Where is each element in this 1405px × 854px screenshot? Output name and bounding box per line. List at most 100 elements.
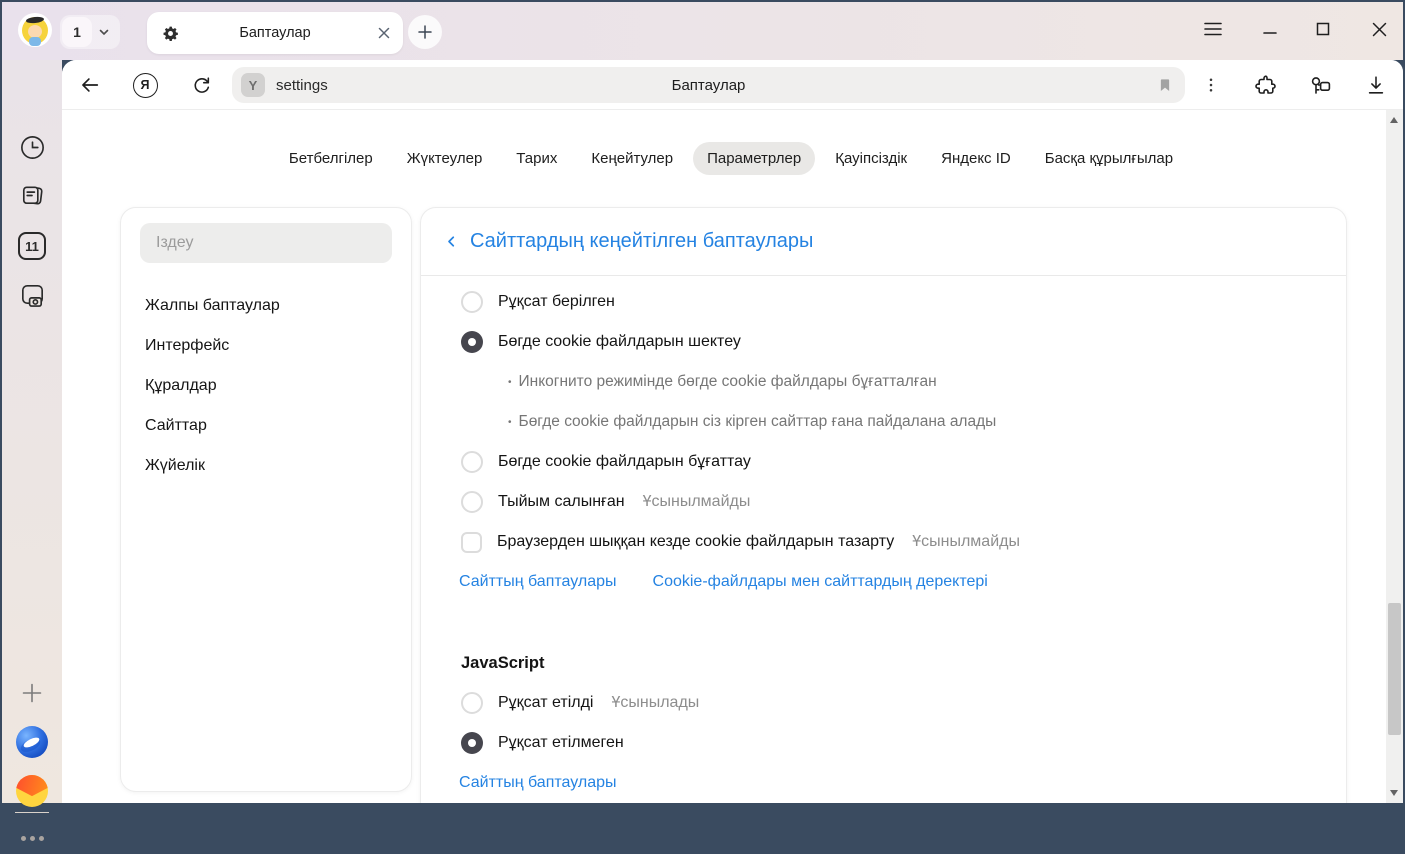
history-icon — [18, 133, 47, 162]
radio-button[interactable] — [461, 692, 483, 714]
new-tab-button[interactable] — [408, 15, 442, 49]
navigation-toolbar: Я Y settings Баптаулар — [62, 60, 1403, 110]
address-bar[interactable]: Y settings Баптаулар — [232, 67, 1185, 103]
option-row: Рұқсат етілді Ұсынылады — [421, 683, 1346, 723]
top-nav: БетбелгілерЖүктеулерТарихКеңейтулерПарам… — [62, 136, 1386, 180]
extensions-icon — [1253, 73, 1277, 97]
more-apps-button[interactable] — [16, 822, 48, 854]
browser-logo[interactable] — [16, 726, 48, 758]
close-icon[interactable] — [377, 26, 391, 40]
add-sidebar-button[interactable] — [16, 677, 48, 709]
option-label: Рұқсат берілген — [498, 293, 615, 311]
top-nav-tab[interactable]: Кеңейтулер — [577, 142, 687, 175]
extensions-button[interactable] — [1252, 72, 1278, 98]
passwords-button[interactable] — [1307, 72, 1333, 98]
avatar[interactable] — [18, 13, 52, 47]
notes-icon — [18, 181, 47, 210]
option-note: Ұсынылады — [611, 694, 699, 712]
top-nav-tab[interactable]: Яндекс ID — [927, 142, 1025, 175]
downloads-button[interactable] — [1363, 72, 1389, 98]
option-row: Бөгде cookie файлдарын шектеу — [421, 322, 1346, 362]
settings-link[interactable]: Сайттың баптаулары — [459, 573, 617, 591]
top-nav-tab[interactable]: Жүктеулер — [393, 142, 497, 175]
tab-title: Баптаулар — [147, 25, 403, 41]
top-nav-tab[interactable]: Қауіпсіздік — [821, 142, 921, 175]
settings-page: БетбелгілерЖүктеулерТарихКеңейтулерПарам… — [62, 110, 1403, 803]
cookie-options: Рұқсат берілген Бөгде cookie файлдарын ше… — [421, 282, 1346, 562]
notes-button[interactable] — [16, 179, 48, 211]
tab-group-counter[interactable]: 1 — [60, 15, 120, 49]
toolbar-menu-button[interactable] — [1198, 72, 1224, 98]
chevron-down-icon[interactable] — [97, 25, 111, 39]
bookmark-icon[interactable] — [1157, 76, 1173, 94]
back-chevron-icon[interactable] — [443, 233, 460, 250]
top-nav-tab[interactable]: Тарих — [502, 142, 571, 175]
settings-nav-item[interactable]: Интерфейс — [121, 326, 411, 366]
radio-button[interactable] — [461, 331, 483, 353]
option-note: Ұсынылмайды — [912, 533, 1020, 551]
option-row: Браузерден шыққан кезде cookie файлдарын… — [421, 522, 1346, 562]
option-row: Рұқсат берілген — [421, 282, 1346, 322]
radio-button[interactable] — [461, 291, 483, 313]
settings-nav-item[interactable]: Жүйелік — [121, 446, 411, 486]
settings-nav-item[interactable]: Құралдар — [121, 366, 411, 406]
browser-logo-icon — [16, 726, 48, 758]
plus-icon — [21, 682, 43, 704]
mail-app-button[interactable] — [16, 775, 48, 807]
scroll-down-icon[interactable] — [1390, 790, 1398, 796]
refresh-button[interactable] — [188, 72, 214, 98]
option-label: Рұқсат етілмеген — [498, 734, 624, 752]
refresh-icon — [191, 75, 212, 96]
maximize-icon — [1316, 22, 1330, 36]
yandex-home-button[interactable]: Я — [132, 72, 158, 98]
radio-button[interactable] — [461, 732, 483, 754]
option-row: Рұқсат етілмеген — [421, 723, 1346, 763]
vertical-scrollbar[interactable] — [1386, 110, 1403, 803]
close-window-button[interactable] — [1364, 14, 1394, 44]
downloads-icon — [1365, 74, 1387, 96]
minimize-icon — [1263, 22, 1277, 36]
browser-main-window: Я Y settings Баптаулар БетбелгілерЖүктеу… — [62, 60, 1403, 803]
settings-link[interactable]: Сайттың баптаулары — [459, 774, 617, 792]
browser-menu-button[interactable] — [1198, 14, 1228, 44]
scroll-up-icon[interactable] — [1390, 117, 1398, 123]
option-row: Бөгде cookie файлдарын бұғаттау — [421, 442, 1346, 482]
screenshot-button[interactable] — [16, 278, 48, 310]
close-icon — [1372, 22, 1387, 37]
tab-count-badge[interactable]: 1 — [62, 17, 92, 47]
passwords-icon — [1308, 73, 1332, 97]
history-button[interactable] — [16, 131, 48, 163]
scrollbar-thumb[interactable] — [1388, 603, 1401, 735]
settings-nav-list: Жалпы баптауларИнтерфейсҚұралдарСайттарЖ… — [121, 286, 411, 486]
back-button[interactable] — [77, 72, 103, 98]
rail-divider — [15, 812, 49, 813]
tabs-count-badge: 11 — [18, 232, 46, 260]
option-detail: Бөгде cookie файлдарын сіз кірген сайтта… — [421, 402, 1346, 442]
radio-button[interactable] — [461, 451, 483, 473]
option-label: Браузерден шыққан кезде cookie файлдарын… — [497, 533, 894, 551]
settings-nav-item[interactable]: Сайттар — [121, 406, 411, 446]
titlebar: 1 Баптаулар — [2, 2, 1403, 60]
checkbox[interactable] — [461, 532, 482, 553]
maximize-button[interactable] — [1308, 14, 1338, 44]
minimize-button[interactable] — [1255, 14, 1285, 44]
option-label: Тыйым салынған — [498, 493, 625, 511]
browser-tab-settings[interactable]: Баптаулар — [147, 12, 403, 54]
page-title: Баптаулар — [232, 77, 1185, 94]
settings-nav-card: Жалпы баптауларИнтерфейсҚұралдарСайттарЖ… — [120, 207, 412, 792]
option-label: Рұқсат етілді — [498, 694, 593, 712]
top-nav-tab[interactable]: Бетбелгілер — [275, 142, 387, 175]
settings-link[interactable]: Cookie-файлдары мен сайттардың деректері — [653, 573, 988, 591]
settings-nav-item[interactable]: Жалпы баптаулар — [121, 286, 411, 326]
tabs-panel-button[interactable]: 11 — [16, 230, 48, 262]
javascript-heading: JavaScript — [421, 643, 1346, 683]
radio-button[interactable] — [461, 491, 483, 513]
javascript-links: Сайттың баптаулары — [421, 763, 1346, 803]
settings-main-card: Сайттардың кеңейтілген баптаулары Рұқсат… — [420, 207, 1347, 803]
section-header: Сайттардың кеңейтілген баптаулары — [421, 208, 1346, 276]
javascript-options: Рұқсат етілді Ұсынылады Рұқсат етілмеген — [421, 683, 1346, 763]
option-label: Бөгде cookie файлдарын бұғаттау — [498, 453, 751, 471]
search-input[interactable] — [140, 223, 392, 263]
top-nav-tab[interactable]: Параметрлер — [693, 142, 815, 175]
top-nav-tab[interactable]: Басқа құрылғылар — [1031, 142, 1187, 175]
